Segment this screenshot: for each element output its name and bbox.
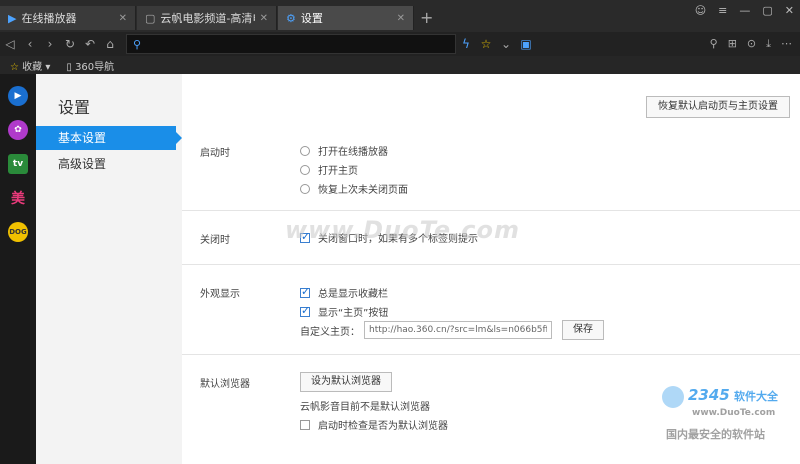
dog-icon[interactable]: DOG [8,222,28,242]
home-button[interactable]: ⌂ [100,37,120,51]
beauty-icon[interactable]: 美 [8,188,28,208]
address-bar[interactable]: ⚲ [126,34,456,54]
play-icon: ▶ [8,11,17,25]
tab-label: 云帆电影频道-高清电影在 [160,12,254,25]
custom-home-row: 自定义主页： 保存 [300,320,604,340]
radio-button[interactable] [300,164,310,175]
logo-number: 2345 [688,386,730,404]
set-default-browser-button[interactable]: 设为默认浏览器 [300,372,392,392]
startup-option-homepage[interactable]: 打开主页 [300,162,358,177]
logo-url: www.DuoTe.com [692,408,776,418]
close-label: 关闭时 [200,235,230,246]
close-window-button[interactable]: ✕ [785,4,794,17]
tab-label: 设置 [300,12,323,25]
forward-button[interactable]: › [40,37,60,51]
checkbox[interactable] [300,285,310,298]
divider [182,264,800,265]
tab-label: 在线播放器 [21,12,77,25]
custom-home-input[interactable] [364,321,552,339]
tab-settings[interactable]: ⚙ 设置 ✕ [278,6,414,30]
close-icon[interactable]: ✕ [119,13,127,24]
search-icon[interactable]: ⚲ [710,37,718,51]
checkbox[interactable] [300,419,310,430]
page-title: 设置 [58,98,91,117]
tab-online-player[interactable]: ▶ 在线播放器 ✕ [0,6,136,30]
window-controls: ☺ ≡ — ▢ ✕ [695,4,794,17]
more-icon[interactable]: ⋯ [781,37,792,51]
startup-label: 启动时 [200,148,230,159]
radio-button[interactable] [300,145,310,156]
page-icon: ▯ [66,61,72,73]
menu-icon[interactable]: ≡ [718,4,727,17]
feedback-icon[interactable]: ☺ [695,4,706,17]
chevron-down-icon[interactable]: ⌄ [496,37,516,51]
undo-button[interactable]: ↶ [80,37,100,51]
save-button[interactable]: 保存 [562,320,604,340]
lightning-icon[interactable]: ϟ [456,37,476,51]
film-reel-icon[interactable]: ✿ [8,120,28,140]
page-icon: ▢ [145,11,156,25]
nav-item-basic[interactable]: 基本设置 [36,126,182,150]
appearance-label: 外观显示 [200,289,240,300]
minimize-button[interactable]: — [739,4,750,17]
maximize-button[interactable]: ▢ [762,4,772,17]
tv-icon[interactable]: tv [8,154,28,174]
image-icon[interactable]: ▣ [516,37,536,51]
title-bar: ▶ 在线播放器 ✕ ▢ 云帆电影频道-高清电影在 ✕ ⚙ 设置 ✕ + ☺ ≡ … [0,0,800,32]
divider [182,354,800,355]
nav-bar: ◁ ‹ › ↻ ↶ ⌂ ⚲ ϟ ☆ ⌄ ▣ ⚲ ⊞ ⊙ ⤓ ⋯ [0,32,800,56]
star-icon: ☆ [10,61,19,73]
nav-right-tools: ⚲ ⊞ ⊙ ⤓ ⋯ [710,37,792,51]
star-icon[interactable]: ☆ [476,37,496,51]
nav-item-advanced[interactable]: 高级设置 [36,152,176,176]
left-sidebar: ▶ ✿ tv 美 DOG [0,74,36,464]
radio-button[interactable] [300,183,310,194]
close-icon[interactable]: ✕ [260,13,268,24]
new-tab-button[interactable]: + [420,8,433,27]
player-icon[interactable]: ▶ [8,86,28,106]
play-circle-icon[interactable]: ⊙ [747,37,756,51]
refresh-button[interactable]: ↻ [60,37,80,51]
mascot-icon [662,386,684,408]
startup-option-restore[interactable]: 恢复上次未关闭页面 [300,181,408,196]
settings-sidebar: 设置 基本设置 高级设置 [36,74,182,464]
show-bookmarks-option[interactable]: 总是显示收藏栏 [300,285,388,300]
startup-option-player[interactable]: 打开在线播放器 [300,143,388,158]
apps-icon[interactable]: ⊞ [728,37,737,51]
tab-movie-channel[interactable]: ▢ 云帆电影频道-高清电影在 ✕ [137,6,277,30]
default-browser-status: 云帆影音目前不是默认浏览器 [300,402,430,413]
close-icon[interactable]: ✕ [397,13,405,24]
download-icon[interactable]: ⤓ [766,37,771,51]
divider [182,210,800,211]
default-browser-label: 默认浏览器 [200,379,250,390]
search-icon: ⚲ [133,37,142,51]
show-home-option[interactable]: 显示“主页”按钮 [300,304,388,319]
gear-icon: ⚙ [286,11,296,25]
check-default-option[interactable]: 启动时检查是否为默认浏览器 [300,417,448,432]
bookmark-360-nav[interactable]: ▯ 360导航 [66,58,114,73]
bookmarks-bar: ☆ 收藏 ▾ ▯ 360导航 [0,56,800,74]
sidebar-toggle-icon[interactable]: ◁ [0,37,20,51]
bookmark-favorites[interactable]: ☆ 收藏 ▾ [10,58,50,73]
logo-text: 软件大全 [734,390,778,403]
custom-home-label: 自定义主页： [300,326,360,338]
back-button[interactable]: ‹ [20,37,40,51]
duote-logo-watermark: 2345 软件大全 www.DuoTe.com 国内最安全的软件站 [662,386,796,446]
duote-watermark: www.DuoTe.com [285,216,520,244]
slogan: 国内最安全的软件站 [666,428,765,441]
reset-defaults-button[interactable]: 恢复默认启动页与主页设置 [646,96,790,118]
checkbox[interactable] [300,304,310,317]
